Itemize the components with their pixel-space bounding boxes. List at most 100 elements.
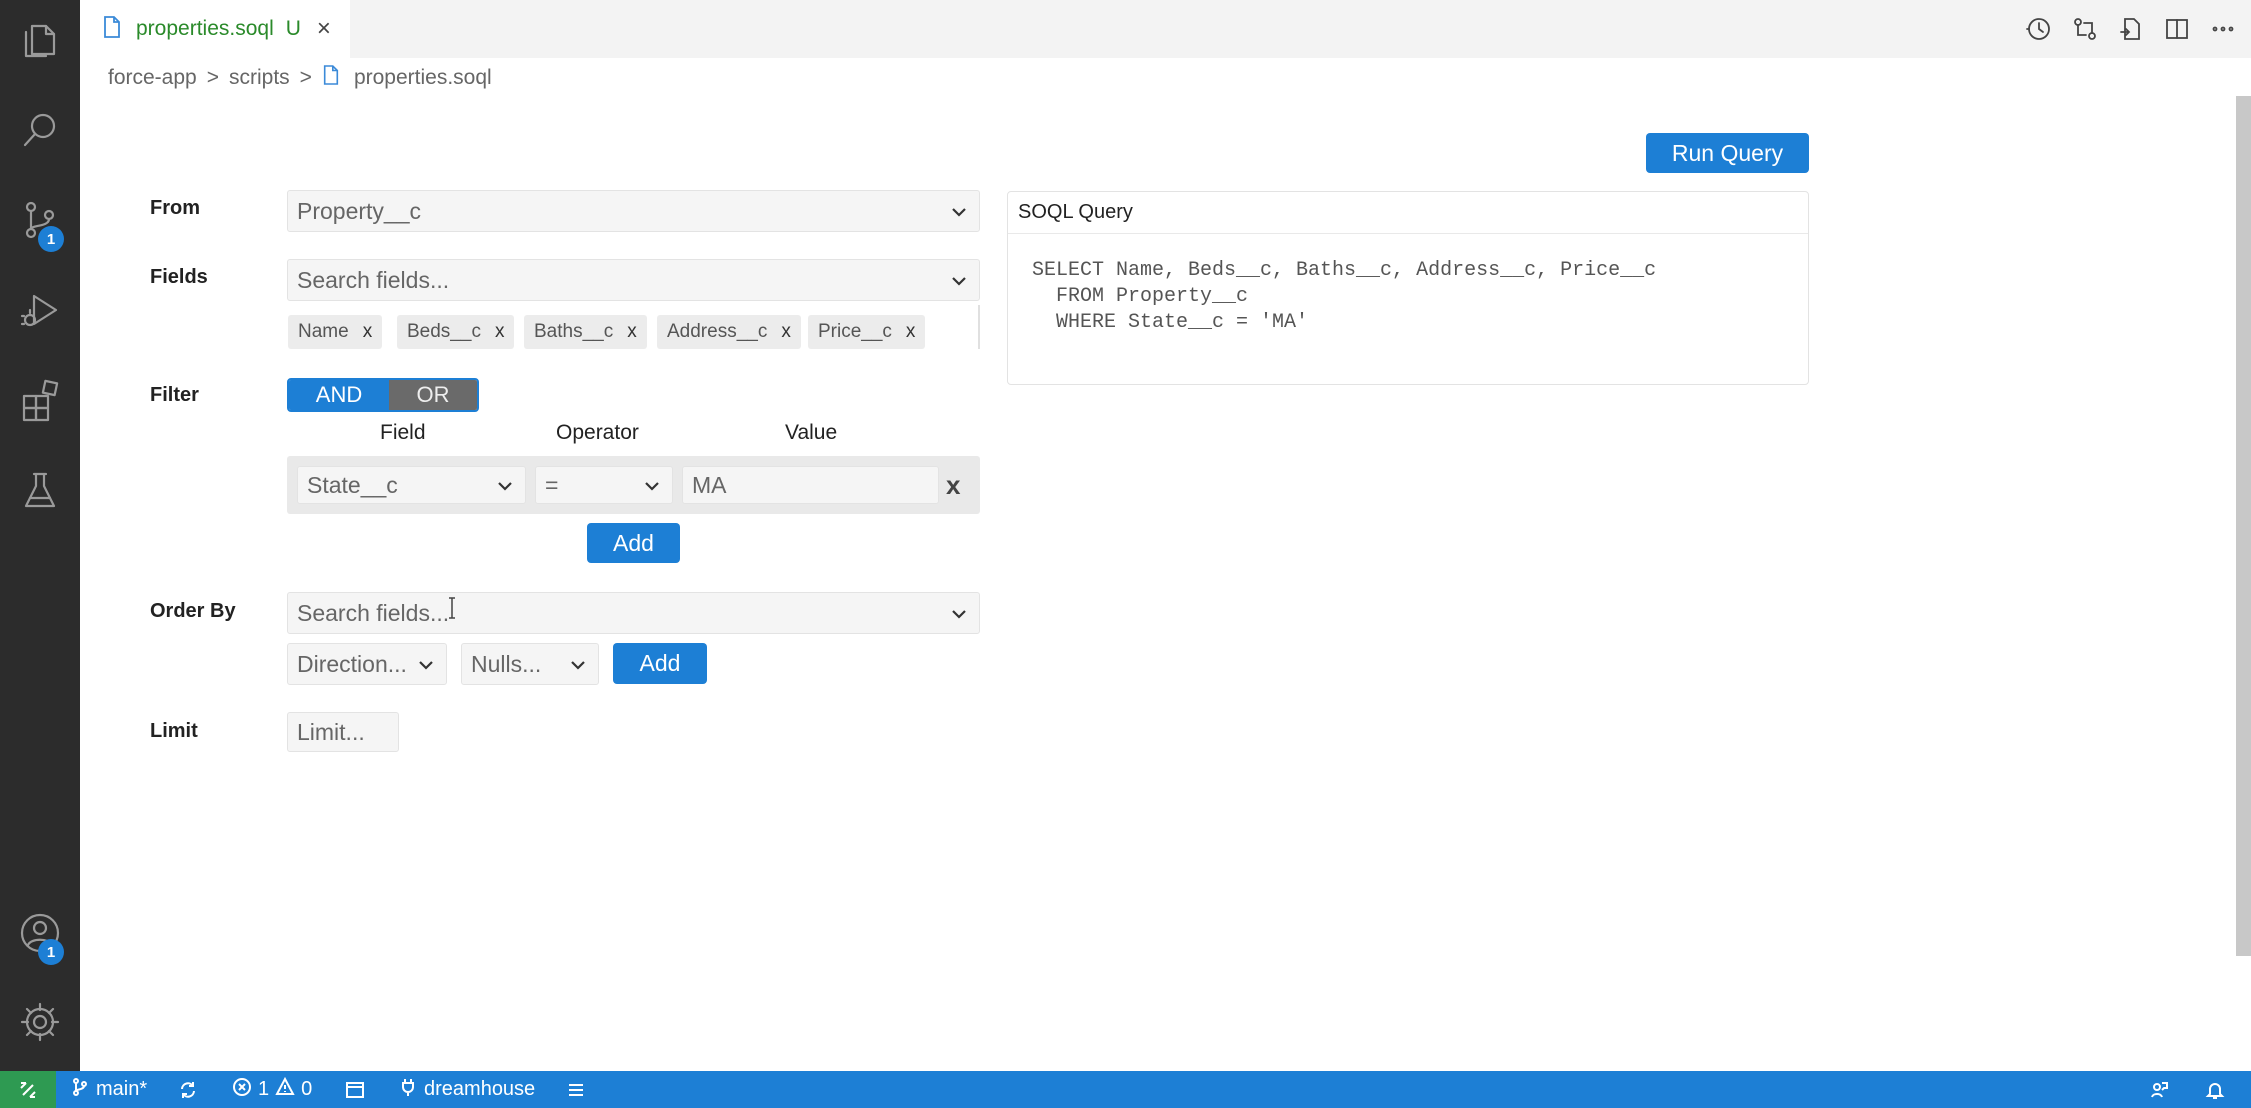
- breadcrumb-separator: >: [299, 66, 312, 89]
- from-label: From: [150, 197, 200, 219]
- activity-bar: 1 1: [0, 0, 80, 1071]
- run-debug-icon[interactable]: [0, 270, 80, 350]
- remote-indicator-icon[interactable]: [0, 1071, 56, 1108]
- sync-icon[interactable]: [178, 1071, 198, 1108]
- field-pill-baths: Baths__c x: [524, 315, 647, 349]
- run-query-button[interactable]: Run Query: [1646, 133, 1809, 173]
- breadcrumb-item-file[interactable]: properties.soql: [354, 66, 492, 90]
- nulls-select[interactable]: Nulls...: [461, 643, 599, 685]
- tab-properties-soql[interactable]: properties.soql U ×: [80, 0, 350, 58]
- filter-operator-select[interactable]: =: [535, 466, 673, 504]
- filter-field-select[interactable]: State__c: [297, 466, 526, 504]
- or-toggle-button[interactable]: OR: [389, 380, 477, 410]
- fields-search-select[interactable]: Search fields...: [287, 259, 980, 301]
- feedback-icon[interactable]: [2149, 1071, 2169, 1108]
- field-pill-name: Name x: [288, 315, 383, 349]
- chevron-down-icon: [568, 654, 588, 674]
- field-pill-label: Baths__c: [534, 321, 614, 342]
- org-name: dreamhouse: [424, 1078, 536, 1100]
- editor-scrollbar[interactable]: [2236, 96, 2251, 956]
- and-toggle-button[interactable]: AND: [289, 380, 389, 410]
- field-pill-beds: Beds__c x: [397, 315, 515, 349]
- limit-placeholder: Limit...: [297, 718, 365, 745]
- remove-field-button[interactable]: x: [495, 321, 505, 343]
- org-status[interactable]: dreamhouse: [398, 1071, 535, 1108]
- filter-value-input[interactable]: MA: [682, 466, 939, 504]
- fields-placeholder: Search fields...: [297, 266, 450, 293]
- chevron-down-icon: [642, 475, 662, 495]
- explorer-icon[interactable]: [0, 0, 80, 80]
- branch-status[interactable]: main*: [70, 1071, 147, 1108]
- filter-label: Filter: [150, 384, 199, 406]
- remove-filter-button[interactable]: x: [946, 470, 960, 501]
- breadcrumb: force-app > scripts > properties.soql: [108, 62, 492, 94]
- editor-actions: [2025, 0, 2237, 58]
- soql-query-panel: SOQL Query SELECT Name, Beds__c, Baths__…: [1007, 191, 1809, 385]
- soql-line: WHERE State__c = 'MA': [1032, 311, 1309, 334]
- text-cursor-icon: [447, 597, 455, 619]
- direction-select[interactable]: Direction...: [287, 643, 447, 685]
- remove-field-button[interactable]: x: [781, 321, 791, 343]
- list-icon[interactable]: [566, 1071, 586, 1108]
- gear-icon[interactable]: [0, 982, 80, 1062]
- source-control-icon[interactable]: 1: [0, 180, 80, 260]
- vscode-window: 1 1 properties.soql U × force-app > scri…: [0, 0, 2251, 1108]
- tab-title: properties.soql: [136, 17, 274, 40]
- field-pill-label: Beds__c: [407, 321, 481, 342]
- compare-changes-icon[interactable]: [2071, 15, 2099, 43]
- remove-field-button[interactable]: x: [363, 321, 373, 343]
- soql-line: FROM Property__c: [1032, 285, 1249, 308]
- file-icon: [102, 15, 122, 44]
- git-branch-icon: [70, 1077, 90, 1103]
- editor-tab-bar: properties.soql U ×: [80, 0, 2251, 58]
- more-actions-icon[interactable]: [2209, 15, 2237, 43]
- problems-status[interactable]: 1 0: [232, 1071, 312, 1108]
- field-pill-label: Price__c: [818, 321, 892, 342]
- testing-icon[interactable]: [0, 450, 80, 530]
- field-pill-address: Address__c x: [657, 315, 801, 349]
- chevron-down-icon: [495, 475, 515, 495]
- split-editor-icon[interactable]: [2163, 15, 2191, 43]
- panel-toggle-icon[interactable]: [345, 1071, 365, 1108]
- warning-count: 0: [301, 1078, 313, 1100]
- remove-field-button[interactable]: x: [627, 321, 637, 343]
- warning-icon: [275, 1076, 295, 1103]
- accounts-badge: 1: [38, 939, 64, 965]
- field-pill-price: Price__c x: [808, 315, 926, 349]
- tab-modified-indicator: U: [285, 17, 301, 40]
- and-or-toggle: AND OR: [287, 378, 479, 412]
- remove-field-button[interactable]: x: [906, 321, 916, 343]
- order-by-label: Order By: [150, 600, 236, 622]
- order-by-search-select[interactable]: Search fields...: [287, 592, 980, 634]
- open-file-icon[interactable]: [2117, 15, 2145, 43]
- filter-col-value: Value: [785, 421, 838, 444]
- add-order-by-button[interactable]: Add: [613, 643, 707, 684]
- soql-query-title: SOQL Query: [1008, 192, 1808, 234]
- field-pill-label: Name: [298, 321, 349, 342]
- from-value: Property__c: [297, 197, 422, 224]
- search-icon[interactable]: [0, 90, 80, 170]
- limit-input[interactable]: Limit...: [287, 712, 399, 752]
- chevron-down-icon: [949, 270, 969, 290]
- extensions-icon[interactable]: [0, 360, 80, 440]
- accounts-icon[interactable]: 1: [0, 893, 80, 973]
- nulls-placeholder: Nulls...: [471, 650, 542, 677]
- breadcrumb-item-force-app[interactable]: force-app: [108, 66, 197, 90]
- notifications-bell-icon[interactable]: [2205, 1071, 2225, 1108]
- chevron-down-icon: [416, 654, 436, 674]
- breadcrumb-separator: >: [206, 66, 219, 89]
- source-control-badge: 1: [38, 226, 64, 252]
- chevron-down-icon: [949, 603, 969, 623]
- field-pill-label: Address__c: [667, 321, 768, 342]
- breadcrumb-item-scripts[interactable]: scripts: [229, 66, 290, 90]
- soql-query-text[interactable]: SELECT Name, Beds__c, Baths__c, Address_…: [1008, 234, 1808, 336]
- filter-value-text: MA: [692, 471, 727, 498]
- error-count: 1: [258, 1078, 270, 1100]
- limit-label: Limit: [150, 720, 198, 742]
- from-select[interactable]: Property__c: [287, 190, 980, 232]
- order-by-placeholder: Search fields...: [297, 599, 450, 626]
- tab-close-button[interactable]: ×: [317, 15, 331, 43]
- filter-col-field: Field: [380, 421, 426, 444]
- timeline-icon[interactable]: [2025, 15, 2053, 43]
- add-filter-button[interactable]: Add: [587, 523, 680, 563]
